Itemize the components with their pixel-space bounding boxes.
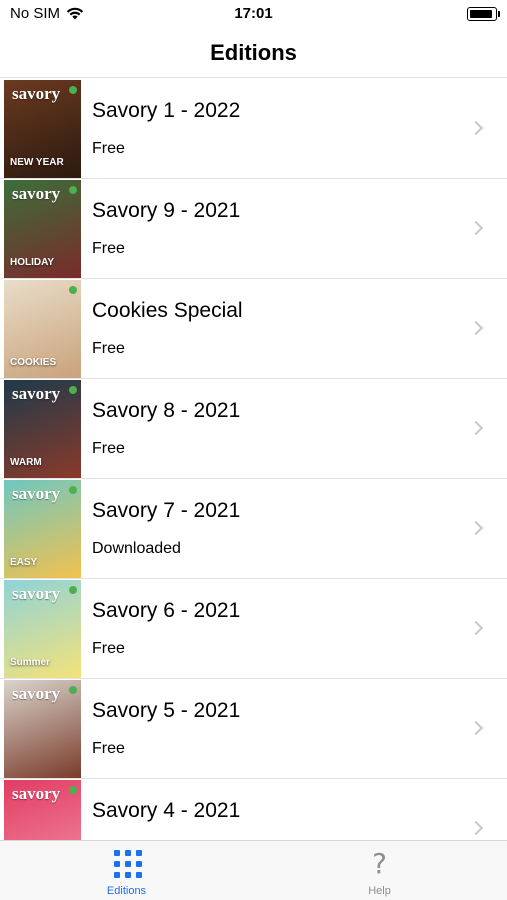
chevron-right-icon bbox=[468, 120, 484, 136]
cover-tagline: EASY bbox=[10, 557, 38, 568]
status-time: 17:01 bbox=[234, 5, 273, 22]
chevron-right-icon bbox=[468, 620, 484, 636]
battery-icon bbox=[467, 7, 500, 21]
cover-tagline: HOLIDAY bbox=[10, 257, 55, 268]
edition-title: Savory 1 - 2022 bbox=[92, 99, 241, 122]
edition-title: Savory 6 - 2021 bbox=[92, 599, 241, 622]
cover-badge-icon bbox=[69, 686, 77, 694]
edition-title: Savory 5 - 2021 bbox=[92, 699, 241, 722]
edition-title: Savory 4 - 2021 bbox=[92, 799, 241, 822]
chevron-right-icon bbox=[468, 520, 484, 536]
chevron-right-icon bbox=[468, 420, 484, 436]
cover-brand: savory bbox=[12, 484, 61, 503]
edition-row[interactable]: savory WARM Savory 8 - 2021 Free bbox=[0, 379, 507, 479]
chevron-right-icon bbox=[468, 820, 484, 836]
page-title: Editions bbox=[210, 40, 297, 65]
edition-status: Free bbox=[92, 440, 125, 457]
edition-title: Cookies Special bbox=[92, 299, 243, 322]
cover-brand: savory bbox=[12, 784, 61, 803]
edition-title: Savory 9 - 2021 bbox=[92, 199, 241, 222]
cover-image: savory WARM bbox=[4, 380, 81, 478]
navigation-bar: Editions bbox=[0, 30, 507, 78]
cover-badge-icon bbox=[69, 386, 77, 394]
edition-status: Free bbox=[92, 240, 125, 257]
edition-status: Free bbox=[92, 640, 125, 657]
tab-help[interactable]: ? Help bbox=[253, 841, 506, 900]
cover-brand: savory bbox=[12, 184, 61, 203]
cover-brand: savory bbox=[12, 384, 61, 403]
cover-brand: savory bbox=[12, 84, 61, 103]
chevron-right-icon bbox=[468, 320, 484, 336]
cover-badge-icon bbox=[69, 786, 77, 794]
cover-image: savory HOLIDAY bbox=[4, 180, 81, 278]
cover-brand: savory bbox=[12, 684, 61, 703]
chevron-right-icon bbox=[468, 220, 484, 236]
cover-image: savory bbox=[4, 680, 81, 778]
edition-status: Free bbox=[92, 740, 125, 757]
help-icon: ? bbox=[372, 847, 387, 880]
cover-tagline: COOKIES bbox=[10, 357, 57, 368]
tab-bar: Editions ? Help bbox=[0, 840, 507, 900]
cover-tagline: WARM bbox=[10, 457, 42, 468]
cover-image: COOKIES bbox=[4, 280, 81, 378]
edition-title: Savory 8 - 2021 bbox=[92, 399, 241, 422]
cover-badge-icon bbox=[69, 586, 77, 594]
cover-badge-icon bbox=[69, 286, 77, 294]
edition-row[interactable]: savory Savory 5 - 2021 Free bbox=[0, 679, 507, 779]
cover-image: savory EASY bbox=[4, 480, 81, 578]
cover-brand: savory bbox=[12, 584, 61, 603]
editions-list[interactable]: savory NEW YEAR Savory 1 - 2022 Free savory H… bbox=[0, 79, 507, 841]
edition-row[interactable]: savory NEW YEAR Savory 1 - 2022 Free bbox=[0, 79, 507, 179]
cover-image: savory NEW YEAR bbox=[4, 80, 81, 178]
tab-help-label: Help bbox=[368, 885, 391, 897]
edition-row[interactable]: savory HOLIDAY Savory 9 - 2021 Free bbox=[0, 179, 507, 279]
tab-editions[interactable]: Editions bbox=[0, 841, 253, 900]
cover-tagline: NEW YEAR bbox=[10, 157, 64, 168]
edition-status: Downloaded bbox=[92, 540, 181, 557]
grid-icon bbox=[113, 850, 142, 878]
cover-badge-icon bbox=[69, 186, 77, 194]
status-bar: No SIM 17:01 bbox=[0, 0, 507, 30]
edition-status: Free bbox=[92, 340, 125, 357]
cover-image: savoryTAKE IT bbox=[4, 780, 81, 841]
cover-image: savory Summer bbox=[4, 580, 81, 678]
edition-row[interactable]: savory EASY Savory 7 - 2021 Downloaded bbox=[0, 479, 507, 579]
edition-row[interactable]: COOKIES Cookies Special Free bbox=[0, 279, 507, 379]
edition-row[interactable]: savoryTAKE IT Savory 4 - 2021 bbox=[0, 779, 507, 841]
cover-tagline: Summer bbox=[10, 657, 51, 668]
cover-badge-icon bbox=[69, 486, 77, 494]
tab-editions-label: Editions bbox=[106, 885, 147, 897]
edition-status: Free bbox=[92, 140, 125, 157]
cover-badge-icon bbox=[69, 86, 77, 94]
edition-row[interactable]: savory Summer Savory 6 - 2021 Free bbox=[0, 579, 507, 679]
chevron-right-icon bbox=[468, 720, 484, 736]
edition-title: Savory 7 - 2021 bbox=[92, 499, 241, 522]
